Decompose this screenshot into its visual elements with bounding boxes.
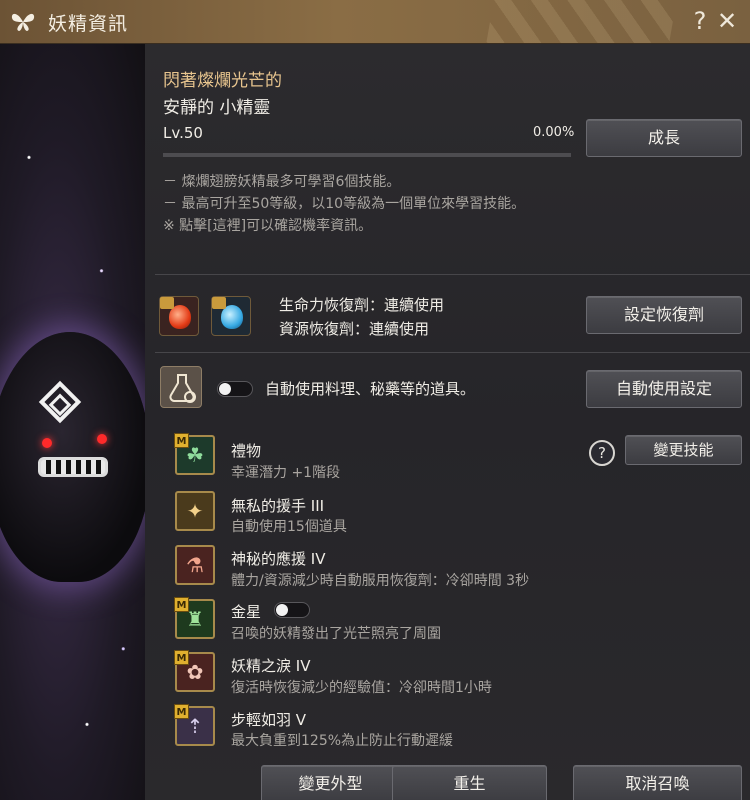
fairy-info-panel: 閃著燦爛光芒的 安靜的 小精靈 Lv.50 0.00% 成長 － 燦爛翅膀妖精最… [145, 44, 750, 800]
set-potion-button[interactable]: 設定恢復劑 [586, 296, 742, 334]
grow-button[interactable]: 成長 [586, 119, 742, 157]
lock-icon [160, 297, 174, 309]
skill-name: 金星 [231, 603, 262, 621]
level-progress-bar [163, 153, 571, 157]
auto-use-settings-button[interactable]: 自動使用設定 [586, 370, 742, 408]
skill-name: 禮物 [231, 442, 262, 460]
weight-icon: ⇡ M [174, 704, 215, 746]
skill-name: 妖精之淚 IV [231, 657, 311, 675]
window-titlebar: 妖精資訊 ? ✕ [0, 0, 750, 44]
toggle-knob [219, 383, 231, 395]
m-badge: M [174, 597, 189, 612]
m-badge: M [174, 433, 189, 448]
info-note-max-level: － 最高可升至50等級，以10等級為一個單位來學習技能。 [163, 196, 526, 212]
m-badge: M [174, 704, 189, 719]
lock-icon [212, 297, 226, 309]
fairy-title-line2: 安靜的 小精靈 [163, 98, 271, 118]
help-icon[interactable]: ? [686, 6, 714, 36]
fairy-portrait [0, 44, 145, 800]
skill-name: 步輕如羽 V [231, 711, 307, 729]
divider [155, 274, 750, 275]
hp-potion-label: 生命力恢復劑：連續使用 [279, 296, 445, 314]
fairy-title-line1: 閃著燦爛光芒的 [163, 71, 282, 91]
change-appearance-button[interactable]: 變更外型 [261, 765, 400, 800]
skill-desc: 幸運潛力 +1階段 [231, 465, 341, 481]
fairy-hand-icon: ✦ [175, 491, 215, 531]
mp-potion-label: 資源恢復劑：連續使用 [279, 320, 430, 338]
dismiss-summon-button[interactable]: 取消召喚 [573, 765, 742, 800]
skill-desc: 自動使用15個道具 [231, 519, 347, 535]
fairy-rune-mark [38, 380, 82, 424]
potion-icon: ⚗ [175, 545, 215, 585]
fairy-mouth [38, 457, 108, 477]
fairy-character [0, 332, 145, 582]
m-badge: M [174, 650, 189, 665]
info-note-skill-limit: － 燦爛翅膀妖精最多可學習6個技能。 [163, 174, 401, 190]
close-icon[interactable]: ✕ [713, 6, 741, 36]
info-note-probability-link[interactable]: ※ 點擊[這裡]可以確認機率資訊。 [163, 215, 372, 235]
skill-desc: 最大負重到125%為止防止行動遲緩 [231, 733, 454, 749]
skill-name: 無私的援手 III [231, 497, 325, 515]
skill-desc: 召喚的妖精發出了光芒照亮了周圍 [231, 626, 441, 642]
skill-desc: 體力/資源減少時自動服用恢復劑：冷卻時間 3秒 [231, 573, 530, 589]
venus-skill-toggle[interactable] [274, 602, 310, 618]
clover-icon: ☘ M [174, 433, 215, 475]
butterfly-icon [11, 13, 35, 31]
auto-use-label: 自動使用料理、秘藥等的道具。 [265, 380, 476, 398]
toggle-knob [276, 604, 288, 616]
divider [155, 352, 750, 353]
fairy-left-eye [42, 438, 52, 448]
fairy-level: Lv.50 [163, 124, 203, 142]
lantern-icon: ♜ M [174, 597, 215, 639]
skill-help-icon[interactable]: ? [589, 440, 615, 466]
window-title: 妖精資訊 [48, 13, 129, 35]
skill-name: 神秘的應援 IV [231, 550, 326, 568]
auto-use-toggle[interactable] [217, 381, 253, 397]
change-skill-button[interactable]: 變更技能 [625, 435, 742, 465]
hp-potion-icon[interactable] [159, 296, 199, 336]
skill-desc: 復活時恢復減少的經驗值：冷卻時間1小時 [231, 680, 492, 696]
mp-potion-icon[interactable] [211, 296, 251, 336]
fairy-right-eye [97, 434, 107, 444]
auto-use-flask-icon [160, 366, 202, 408]
rebirth-button[interactable]: 重生 [392, 765, 547, 800]
level-progress-text: 0.00% [533, 125, 575, 140]
tear-icon: ✿ M [174, 650, 215, 692]
